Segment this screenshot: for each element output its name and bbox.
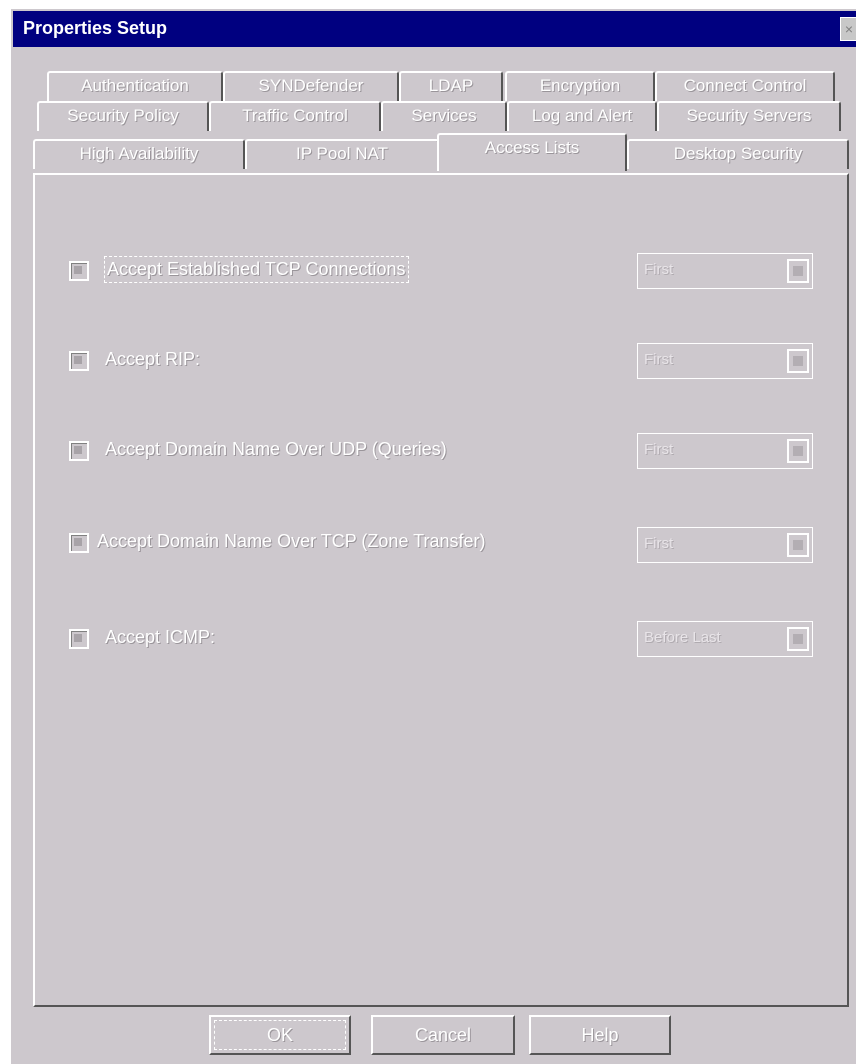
- option-row: Accept ICMP: Before Last: [35, 619, 847, 659]
- select-value: First: [644, 535, 674, 552]
- tab-security-servers[interactable]: Security Servers: [657, 101, 841, 131]
- tab-services[interactable]: Services: [381, 101, 507, 131]
- option-row: Accept Domain Name Over UDP (Queries) Fi…: [35, 431, 847, 471]
- tab-syndefender[interactable]: SYNDefender: [223, 71, 399, 101]
- accept-established-tcp-checkbox[interactable]: [69, 261, 89, 281]
- title-bar: Properties Setup ×: [13, 11, 856, 47]
- chevron-down-icon[interactable]: [787, 533, 809, 557]
- accept-dns-udp-select[interactable]: First: [637, 433, 813, 469]
- select-value: Before Last: [644, 629, 721, 646]
- cancel-button[interactable]: Cancel: [371, 1015, 515, 1055]
- window-title: Properties Setup: [23, 18, 168, 38]
- accept-rip-select[interactable]: First: [637, 343, 813, 379]
- access-lists-panel: Accept Established TCP Connections First…: [33, 173, 849, 1007]
- accept-dns-tcp-checkbox[interactable]: [69, 533, 89, 553]
- tab-encryption[interactable]: Encryption: [505, 71, 655, 101]
- tab-log-and-alert[interactable]: Log and Alert: [507, 101, 657, 131]
- tab-desktop-security[interactable]: Desktop Security: [627, 139, 849, 169]
- accept-dns-udp-checkbox[interactable]: [69, 441, 89, 461]
- accept-dns-tcp-label[interactable]: Accept Domain Name Over TCP (Zone Transf…: [97, 531, 485, 552]
- tab-authentication[interactable]: Authentication: [47, 71, 223, 101]
- close-icon[interactable]: ×: [840, 17, 856, 41]
- tab-security-policy[interactable]: Security Policy: [37, 101, 209, 131]
- accept-icmp-select[interactable]: Before Last: [637, 621, 813, 657]
- select-value: First: [644, 261, 674, 278]
- option-row: Accept Domain Name Over TCP (Zone Transf…: [35, 525, 847, 565]
- tab-traffic-control[interactable]: Traffic Control: [209, 101, 381, 131]
- chevron-down-icon[interactable]: [787, 439, 809, 463]
- chevron-down-icon[interactable]: [787, 627, 809, 651]
- tab-ip-pool-nat[interactable]: IP Pool NAT: [245, 139, 439, 169]
- accept-icmp-label[interactable]: Accept ICMP:: [105, 627, 215, 648]
- accept-icmp-checkbox[interactable]: [69, 629, 89, 649]
- tab-ldap[interactable]: LDAP: [399, 71, 503, 101]
- accept-rip-label[interactable]: Accept RIP:: [105, 349, 200, 370]
- chevron-down-icon[interactable]: [787, 349, 809, 373]
- chevron-down-icon[interactable]: [787, 259, 809, 283]
- help-button[interactable]: Help: [529, 1015, 671, 1055]
- accept-established-tcp-label[interactable]: Accept Established TCP Connections: [104, 256, 409, 283]
- accept-dns-tcp-select[interactable]: First: [637, 527, 813, 563]
- select-value: First: [644, 351, 674, 368]
- accept-rip-checkbox[interactable]: [69, 351, 89, 371]
- tab-high-availability[interactable]: High Availability: [33, 139, 245, 169]
- accept-established-tcp-select[interactable]: First: [637, 253, 813, 289]
- tab-connect-control[interactable]: Connect Control: [655, 71, 835, 101]
- accept-dns-udp-label[interactable]: Accept Domain Name Over UDP (Queries): [105, 439, 447, 460]
- option-row: Accept RIP: First: [35, 341, 847, 381]
- option-row: Accept Established TCP Connections First: [35, 251, 847, 291]
- tab-access-lists[interactable]: Access Lists: [437, 133, 627, 171]
- select-value: First: [644, 441, 674, 458]
- ok-button[interactable]: OK: [209, 1015, 351, 1055]
- properties-setup-window: Properties Setup × Authentication SYNDef…: [10, 8, 856, 1064]
